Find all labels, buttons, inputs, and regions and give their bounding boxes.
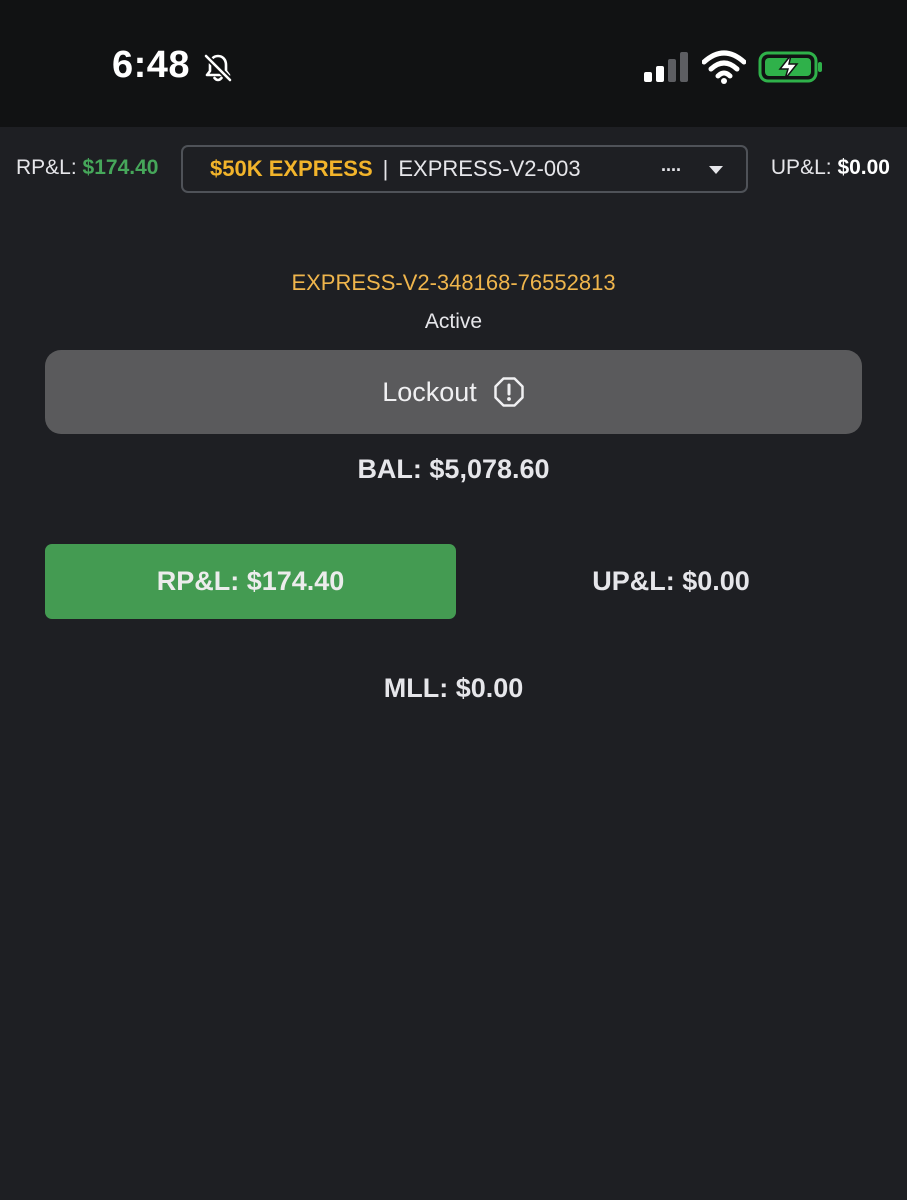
account-separator: |: [382, 156, 389, 181]
account-name: EXPRESS-V2-003: [398, 156, 581, 181]
header-rpl-label: RP&L:: [16, 156, 77, 179]
alert-octagon-icon: [494, 377, 524, 407]
account-plan-badge: $50K EXPRESS: [210, 156, 373, 181]
account-id: EXPRESS-V2-348168-76552813: [291, 270, 616, 295]
header-upl-label: UP&L:: [770, 156, 832, 179]
truncation-dots: ....: [661, 155, 682, 175]
header-rpl-value: $174.40: [82, 156, 159, 179]
header-upl-value: $0.00: [837, 156, 890, 179]
cellular-signal-icon: [644, 52, 688, 82]
rpl-button[interactable]: RP&L: $174.40: [45, 544, 456, 619]
mll-value: MLL: $0.00: [383, 673, 524, 703]
header-upl: UP&L: $0.00: [771, 156, 890, 180]
status-bar: 6:48: [0, 0, 907, 127]
battery-charging-icon: [758, 51, 822, 83]
lockout-button[interactable]: Lockout: [45, 350, 862, 434]
balance-value: BAL: $5,078.60: [357, 454, 550, 484]
wifi-icon: [702, 50, 746, 84]
lockout-label: Lockout: [382, 376, 477, 407]
bell-slash-icon: [203, 53, 233, 83]
account-status: Active: [424, 310, 483, 333]
chevron-down-icon: [709, 166, 723, 174]
upl-button[interactable]: UP&L: $0.00: [456, 544, 886, 619]
clock-time: 6:48: [112, 44, 191, 86]
account-selector-dropdown[interactable]: $50K EXPRESS | EXPRESS-V2-003 ....: [181, 145, 748, 193]
header-rpl: RP&L: $174.40: [16, 156, 158, 180]
